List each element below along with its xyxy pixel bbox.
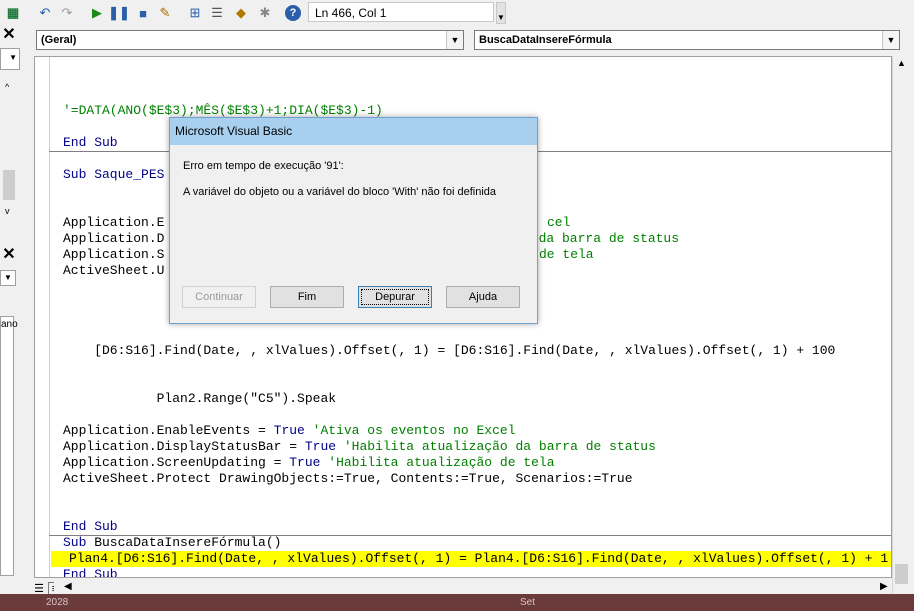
scroll-up-icon[interactable]: ▲ [897, 58, 906, 68]
redo-icon[interactable]: ↷ [58, 4, 76, 22]
stop-icon[interactable]: ■ [134, 4, 152, 22]
chevron-down-icon[interactable]: ▼ [882, 31, 899, 49]
dialog-title: Microsoft Visual Basic [170, 118, 537, 145]
cursor-position-readout: Ln 466, Col 1 [308, 2, 494, 22]
highlighted-code-line: Plan4.[D6:S16].Find(Date, , xlValues).Of… [69, 551, 889, 566]
code-line: End Sub [63, 519, 118, 534]
properties-partial-text: ano [1, 319, 18, 330]
background-month-text: Set [520, 597, 536, 608]
object-browser-icon[interactable]: ◆ [232, 4, 250, 22]
close-project-panel-icon[interactable]: ✕ [0, 26, 18, 44]
project-explorer-icon[interactable]: ⊞ [186, 4, 204, 22]
standard-toolbar: ▦ ↶ ↷ ▶ ❚❚ ■ ✎ ⊞ ☰ ◆ ✱ ? Ln 466, Col 1 ▼ [0, 0, 914, 27]
code-line: Application.EnableEvents = True 'Ativa o… [63, 423, 516, 439]
code-text: Application.ScreenUpdating = [63, 455, 290, 470]
code-line: Application.S [63, 247, 165, 262]
scroll-right-icon[interactable]: ▶ [880, 581, 888, 592]
runtime-error-dialog: Microsoft Visual Basic Erro em tempo de … [169, 117, 538, 324]
keyword-true: True [304, 439, 337, 454]
code-line-fragment: o da barra de status [523, 231, 680, 246]
keyword-true: True [273, 423, 305, 438]
left-docked-panels: ✕ ▼ ^ v ✕ ▼ ano [0, 26, 21, 611]
scroll-thumb[interactable] [3, 170, 15, 200]
scroll-left-icon[interactable]: ◀ [64, 581, 72, 592]
code-line: ActiveSheet.U [63, 263, 165, 278]
continue-button[interactable]: Continuar [182, 286, 256, 308]
object-combo-value: (Geral) [41, 34, 77, 46]
procedure-name: BuscaDataInsereFórmula() [86, 535, 282, 550]
background-year-text: 2028 [46, 597, 69, 608]
code-line: End Sub [63, 567, 118, 578]
background-sheet-strip: 2028 Set [0, 594, 914, 611]
code-text: Application.EnableEvents = [63, 423, 274, 438]
object-combo[interactable]: (Geral) ▼ [36, 30, 464, 50]
properties-icon[interactable]: ☰ [208, 4, 226, 22]
project-panel-dropdown[interactable]: ▼ [0, 48, 20, 70]
project-panel-scrollbar[interactable]: ^ v [0, 80, 20, 220]
code-line-fragment: cel [547, 215, 571, 230]
dialog-error-code: Erro em tempo de execução '91': [183, 160, 344, 172]
code-line: Application.DisplayStatusBar = True 'Hab… [63, 439, 656, 455]
code-line: Application.ScreenUpdating = True 'Habil… [63, 455, 555, 471]
dialog-message: A variável do objeto ou a variável do bl… [183, 186, 497, 198]
code-line: Sub Saque_PES [63, 167, 165, 182]
end-button[interactable]: Fim [270, 286, 344, 308]
close-properties-panel-icon[interactable]: ✕ [0, 246, 18, 264]
code-line: End Sub [63, 135, 118, 150]
pause-icon[interactable]: ❚❚ [108, 4, 130, 22]
chevron-down-icon[interactable]: ▼ [446, 31, 463, 49]
design-mode-icon[interactable]: ✎ [156, 4, 174, 22]
toolbox-icon[interactable]: ✱ [256, 4, 274, 22]
help-icon[interactable]: ? [284, 4, 302, 22]
debug-button[interactable]: Depurar [358, 286, 432, 308]
code-line: Application.D [63, 231, 165, 246]
code-line: [D6:S16].Find(Date, , xlValues).Offset(,… [63, 343, 836, 358]
undo-icon[interactable]: ↶ [36, 4, 54, 22]
code-text: Application.DisplayStatusBar = [63, 439, 305, 454]
code-comment: 'Habilita atualização de tela [320, 455, 555, 470]
keyword-sub: Sub [63, 535, 87, 550]
margin-indicator-bar[interactable] [35, 57, 50, 577]
code-line-fragment: de tela [539, 247, 594, 262]
toolbar-overflow-chevron-icon[interactable]: ▼ [496, 2, 506, 24]
properties-panel-list: ano [0, 316, 18, 576]
procedure-combo[interactable]: BuscaDataInsereFórmula ▼ [474, 30, 900, 50]
code-comment: 'Ativa os eventos no Excel [304, 423, 516, 438]
run-icon[interactable]: ▶ [88, 4, 106, 22]
code-line: Plan2.Range("C5").Speak [63, 391, 337, 406]
code-comment: 'Habilita atualização da barra de status [336, 439, 656, 454]
code-line: Sub BuscaDataInsereFórmula() [63, 535, 281, 551]
code-line: ActiveSheet.Protect DrawingObjects:=True… [63, 471, 633, 486]
excel-view-icon[interactable]: ▦ [4, 4, 22, 22]
properties-panel-dropdown[interactable]: ▼ [0, 270, 16, 286]
keyword-true: True [289, 455, 321, 470]
scroll-thumb[interactable] [895, 564, 908, 584]
procedure-combo-value: BuscaDataInsereFórmula [479, 34, 612, 46]
code-line: Application.E [63, 215, 165, 230]
vertical-scrollbar[interactable]: ▲ ▼ [892, 56, 911, 608]
help-button[interactable]: Ajuda [446, 286, 520, 308]
